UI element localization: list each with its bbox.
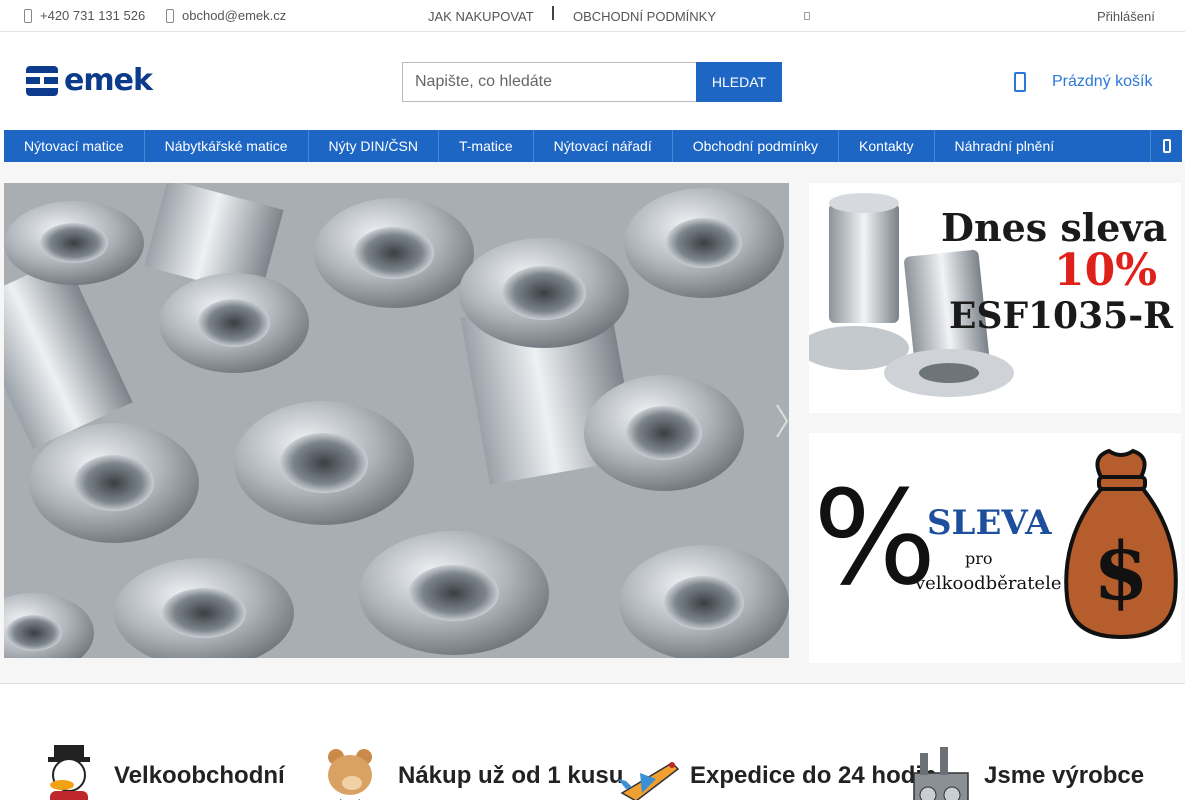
search-form: HLEDAT [402,62,782,102]
link-how-to-shop[interactable]: JAK NAKUPOVAT [428,9,534,24]
promo-discount: 10% [1054,245,1158,296]
cart-label[interactable]: Prázdný košík [1052,73,1152,91]
hero-slider[interactable] [4,183,789,658]
phone-icon [24,8,32,23]
promo-product-code: ESF1035-R [949,295,1174,337]
duck-mascot-icon [48,745,90,800]
nav-item-rivet-nuts[interactable]: Nýtovací matice [4,130,145,162]
menu-icon [1162,139,1171,153]
banner-area: Dnes sleva 10% ESF1035-R % SLEVA pro vel… [0,162,1185,684]
nav-item-furniture-nuts[interactable]: Nábytkářské matice [145,130,309,162]
benefit-manufacturer: Jsme výrobce [906,743,1144,800]
promo-banner-wholesale[interactable]: % SLEVA pro velkoodběratele $ [809,433,1181,663]
phone-contact[interactable]: +420 731 131 526 [24,8,145,23]
nav-item-contacts[interactable]: Kontakty [839,130,935,162]
top-bar: +420 731 131 526 obchod@emek.cz JAK NAKU… [0,0,1185,32]
benefit-manufacturer-text: Jsme výrobce [984,762,1145,789]
header: emek HLEDAT Prázdný košík [0,32,1185,130]
email-address[interactable]: obchod@emek.cz [182,8,286,23]
search-button[interactable]: HLEDAT [696,62,782,102]
promo-wholesale: velkoodběratele [915,573,1062,594]
bear-mascot-icon [328,749,372,800]
factory-icon [913,747,969,800]
topbar-separator [552,6,554,20]
email-icon [166,8,174,23]
nav-item-riveting-tools[interactable]: Nýtovací nářadí [534,130,673,162]
benefit-single-piece: Nákup už od 1 kusu [320,743,623,800]
link-terms[interactable]: OBCHODNÍ PODMÍNKY [573,9,716,24]
logo-text: emek [64,63,153,98]
slider-next-icon[interactable] [773,401,789,441]
benefit-single-piece-text: Nákup už od 1 kusu [398,762,624,789]
benefit-wholesale-text: Velkoobchodní [114,762,285,789]
rivet-nuts-photo [4,183,789,658]
dollar-symbol: $ [1093,524,1149,618]
phone-number[interactable]: +420 731 131 526 [40,8,145,23]
login-link[interactable]: Přihlášení [1097,9,1155,24]
benefits-strip: Velkoobchodní Nákup už od 1 kusu Expedic… [0,685,1185,800]
nav-item-terms[interactable]: Obchodní podmínky [673,130,840,162]
benefit-wholesale: Velkoobchodní [36,743,285,800]
email-contact[interactable]: obchod@emek.cz [166,8,286,23]
nav-item-t-nuts[interactable]: T-matice [439,130,534,162]
promo-banner-discount[interactable]: Dnes sleva 10% ESF1035-R [809,183,1181,413]
logo[interactable]: emek [26,63,153,98]
search-input[interactable] [402,62,696,102]
cart-link[interactable]: Prázdný košík [1014,72,1152,92]
nav-item-substitute-fulfillment[interactable]: Náhradní plnění [935,130,1075,162]
benefit-dispatch: Expedice do 24 hodin [612,743,937,800]
promo-pro: pro [965,549,993,568]
logo-mark-icon [26,66,58,96]
main-nav: Nýtovací matice Nábytkářské matice Nýty … [4,130,1182,162]
nav-item-rivets-din[interactable]: Nýty DIN/ČSN [309,130,439,162]
cart-icon [1014,72,1026,92]
dropdown-icon[interactable] [804,12,810,20]
promo-title: Dnes sleva [941,205,1168,250]
nav-more-button[interactable] [1150,130,1182,162]
airplane-icon [618,762,680,800]
benefit-dispatch-text: Expedice do 24 hodin [690,762,937,789]
promo-sleva: SLEVA [927,503,1052,543]
money-bag-icon: $ [1064,448,1178,640]
